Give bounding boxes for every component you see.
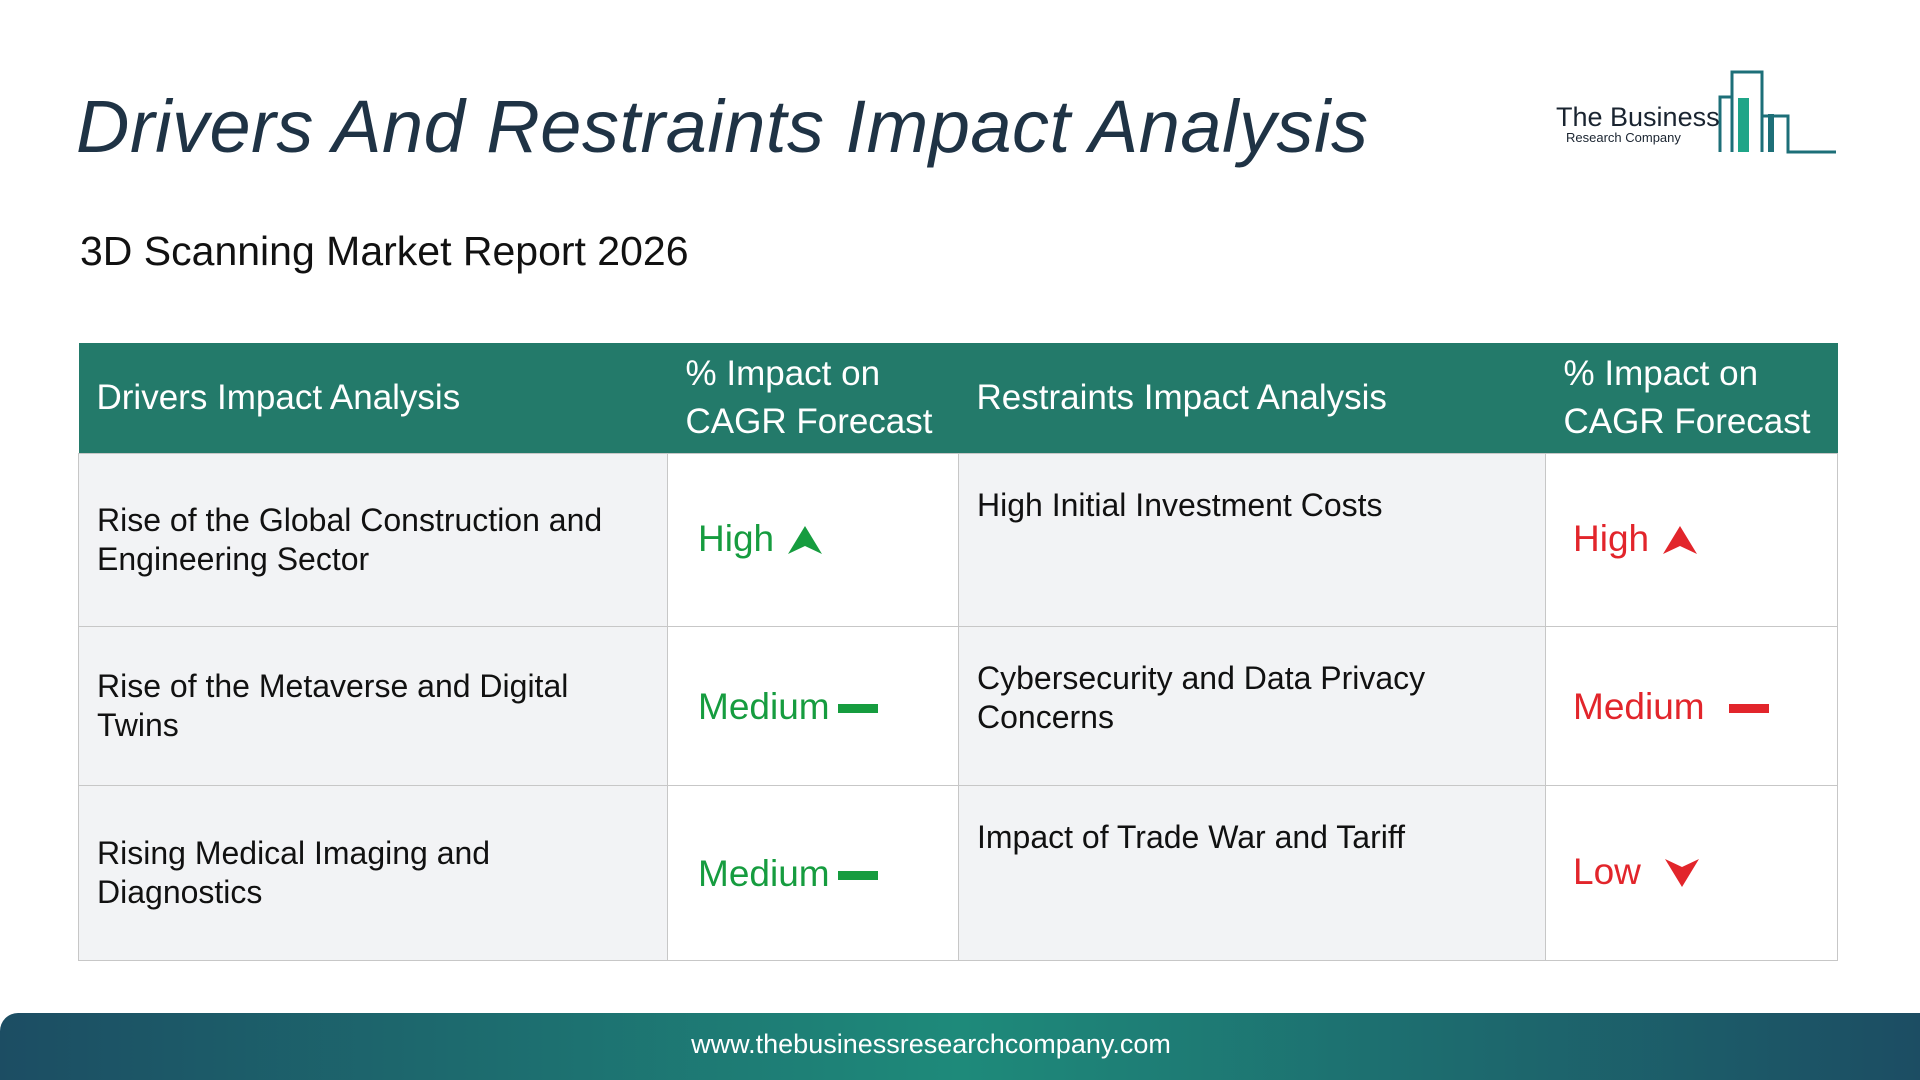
impact-label: Medium	[698, 685, 830, 727]
driver-impact-cell: High	[667, 453, 959, 627]
logo-main-text: The Business	[1556, 102, 1720, 132]
dash-icon	[837, 871, 878, 881]
drivers-impact-header: % Impact on CAGR Forecast	[667, 343, 959, 454]
footer-bar: www.thebusinessresearchcompany.com	[0, 1013, 1920, 1080]
dash-icon	[1728, 704, 1769, 714]
footer-url-link[interactable]: www.thebusinessresearchcompany.com	[0, 1029, 1862, 1060]
impact-table: Drivers Impact Analysis % Impact on CAGR…	[78, 343, 1838, 961]
impact-label: High	[698, 518, 775, 560]
table-row: Rise of the Metaverse and Digital Twins …	[78, 626, 1838, 786]
table-row: Rise of the Global Construction and Engi…	[78, 453, 1838, 627]
page-title: Drivers And Restraints Impact Analysis	[76, 85, 1369, 168]
driver-cell: Rising Medical Imaging and Diagnostics	[78, 785, 668, 961]
logo-sub-text: Research Company	[1566, 130, 1681, 145]
arrow-up-icon	[1663, 522, 1698, 561]
restraint-cell: Cybersecurity and Data Privacy Concerns	[958, 626, 1546, 786]
arrow-down-icon	[1664, 855, 1699, 894]
company-logo: The Business Research Company	[1552, 64, 1840, 160]
impact-label: Low	[1573, 851, 1641, 893]
restraint-impact-cell: Low	[1545, 785, 1838, 961]
impact-label: Medium	[698, 852, 830, 894]
restraint-cell: High Initial Investment Costs	[958, 453, 1546, 627]
restraints-header: Restraints Impact Analysis	[958, 343, 1546, 454]
table-row: Rising Medical Imaging and Diagnostics M…	[78, 785, 1838, 961]
impact-label: High	[1573, 518, 1650, 560]
impact-label: Medium	[1573, 685, 1705, 727]
driver-impact-cell: Medium	[667, 785, 959, 961]
dash-icon	[837, 704, 878, 714]
restraint-cell: Impact of Trade War and Tariff	[958, 785, 1546, 961]
restraint-impact-cell: Medium	[1545, 626, 1838, 786]
restraints-impact-header: % Impact on CAGR Forecast	[1545, 343, 1838, 454]
driver-impact-cell: Medium	[667, 626, 959, 786]
arrow-up-icon	[788, 522, 823, 561]
driver-cell: Rise of the Metaverse and Digital Twins	[78, 626, 668, 786]
restraint-impact-cell: High	[1545, 453, 1838, 627]
report-subtitle: 3D Scanning Market Report 2026	[80, 228, 689, 274]
table-header-row: Drivers Impact Analysis % Impact on CAGR…	[78, 343, 1838, 454]
driver-cell: Rise of the Global Construction and Engi…	[78, 453, 668, 627]
drivers-header: Drivers Impact Analysis	[78, 343, 668, 454]
